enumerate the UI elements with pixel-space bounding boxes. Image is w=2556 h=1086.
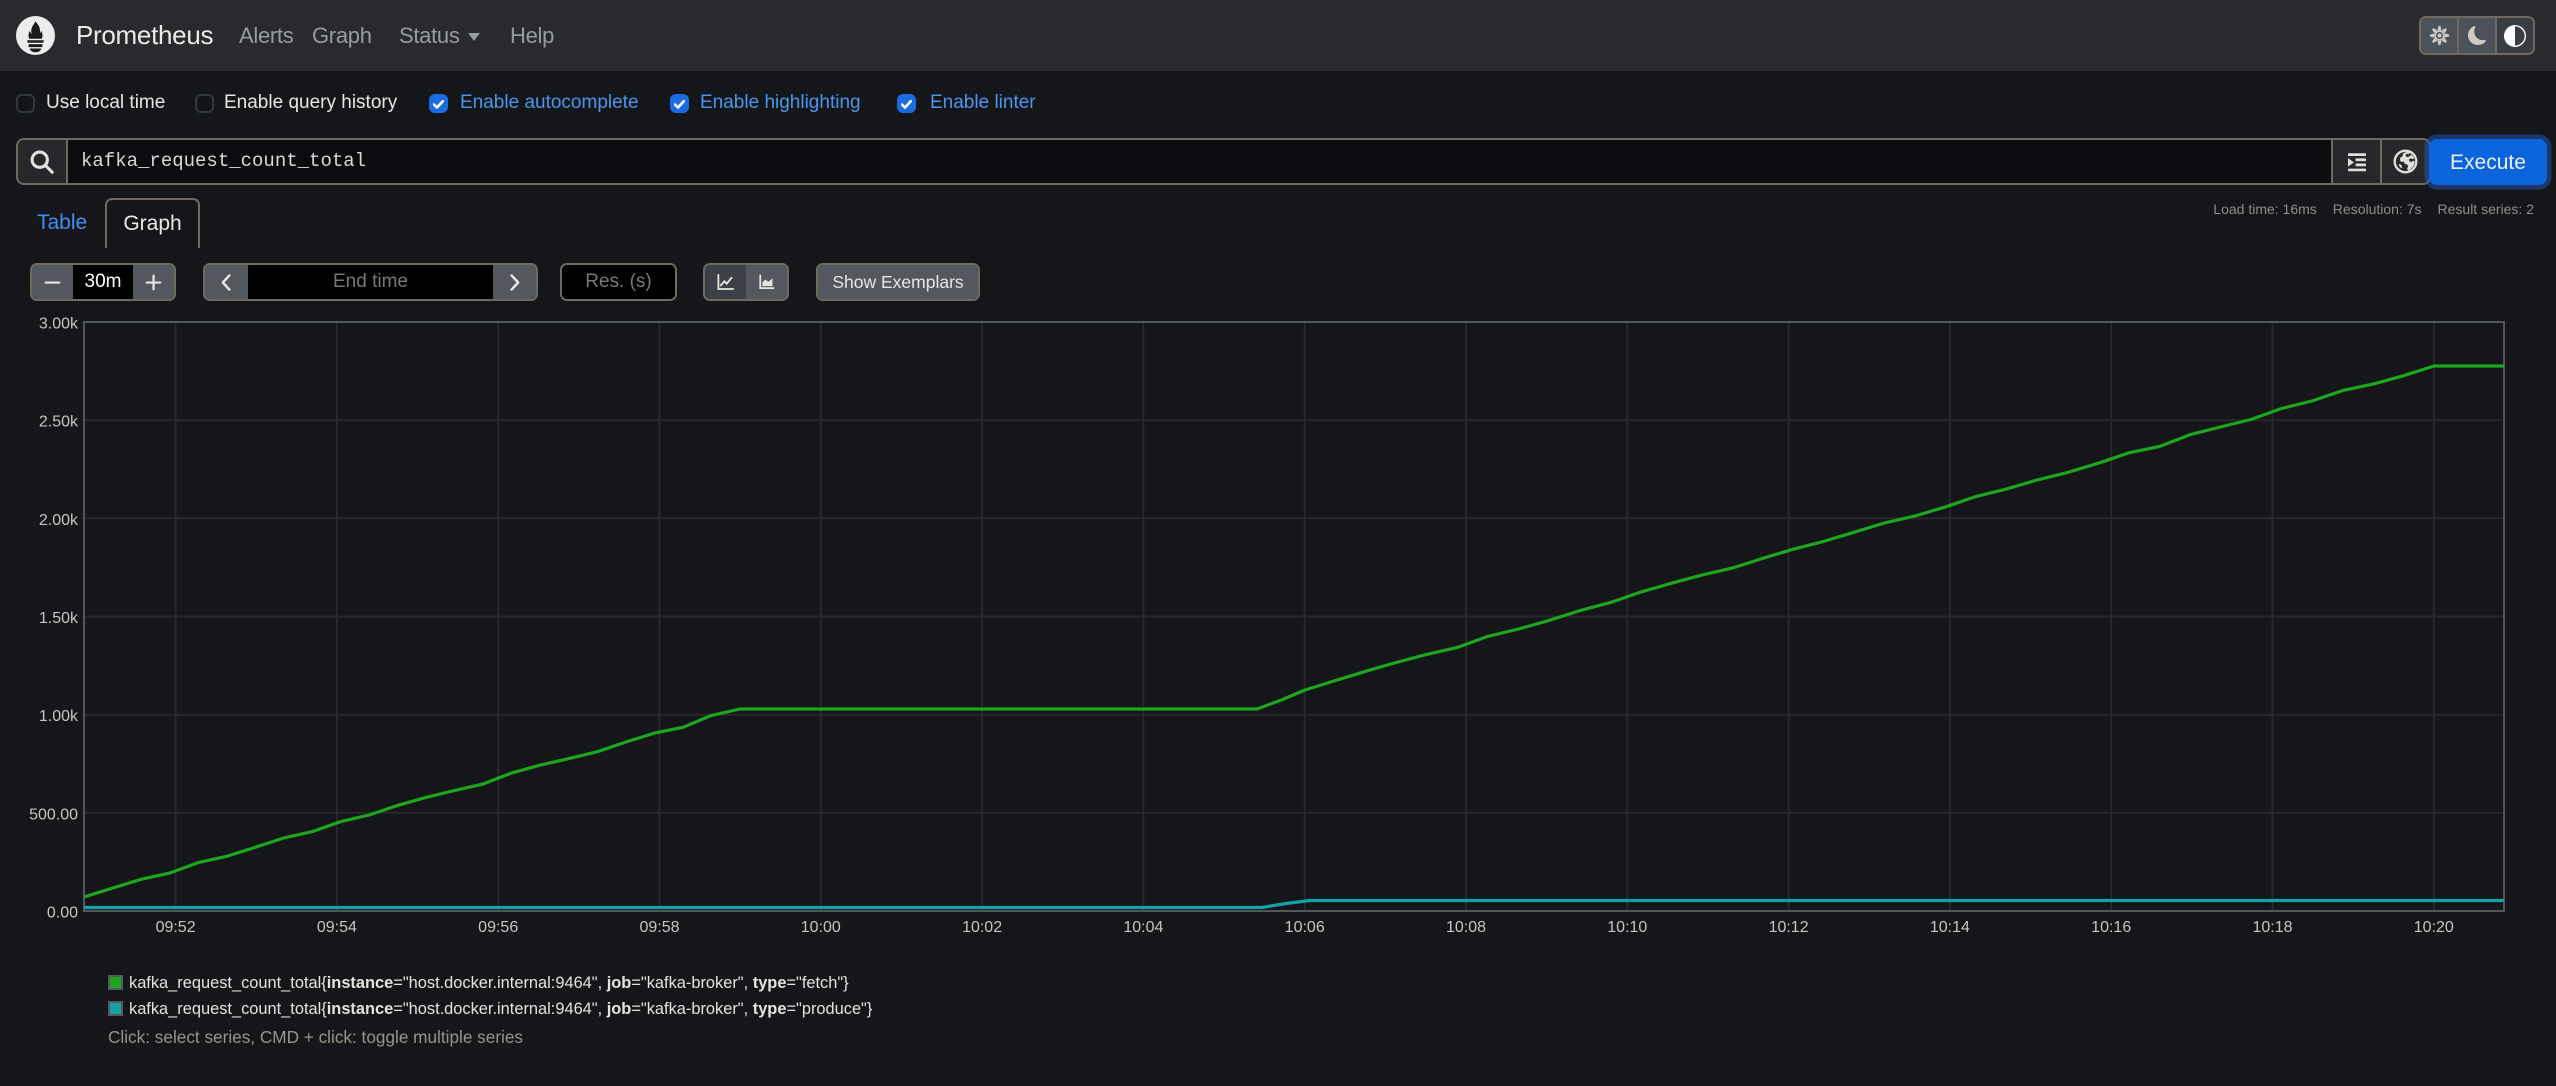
svg-text:10:20: 10:20 [2414,919,2454,936]
svg-text:1.00k: 1.00k [39,708,79,725]
svg-text:10:00: 10:00 [801,919,841,936]
svg-text:3.00k: 3.00k [39,316,79,333]
svg-text:09:56: 09:56 [478,919,518,936]
svg-text:2.50k: 2.50k [39,414,79,431]
svg-text:0.00: 0.00 [47,905,78,922]
svg-text:10:04: 10:04 [1123,919,1163,936]
svg-text:10:16: 10:16 [2091,919,2131,936]
svg-text:10:02: 10:02 [962,919,1002,936]
svg-text:10:06: 10:06 [1285,919,1325,936]
svg-text:2.00k: 2.00k [39,512,79,529]
svg-text:10:14: 10:14 [1930,919,1970,936]
svg-text:09:58: 09:58 [639,919,679,936]
svg-text:10:18: 10:18 [2252,919,2292,936]
svg-text:10:12: 10:12 [1769,919,1809,936]
svg-text:10:10: 10:10 [1607,919,1647,936]
svg-text:1.50k: 1.50k [39,610,79,627]
svg-text:500.00: 500.00 [29,806,78,823]
svg-text:09:54: 09:54 [317,919,357,936]
svg-text:09:52: 09:52 [156,919,196,936]
svg-text:10:08: 10:08 [1446,919,1486,936]
